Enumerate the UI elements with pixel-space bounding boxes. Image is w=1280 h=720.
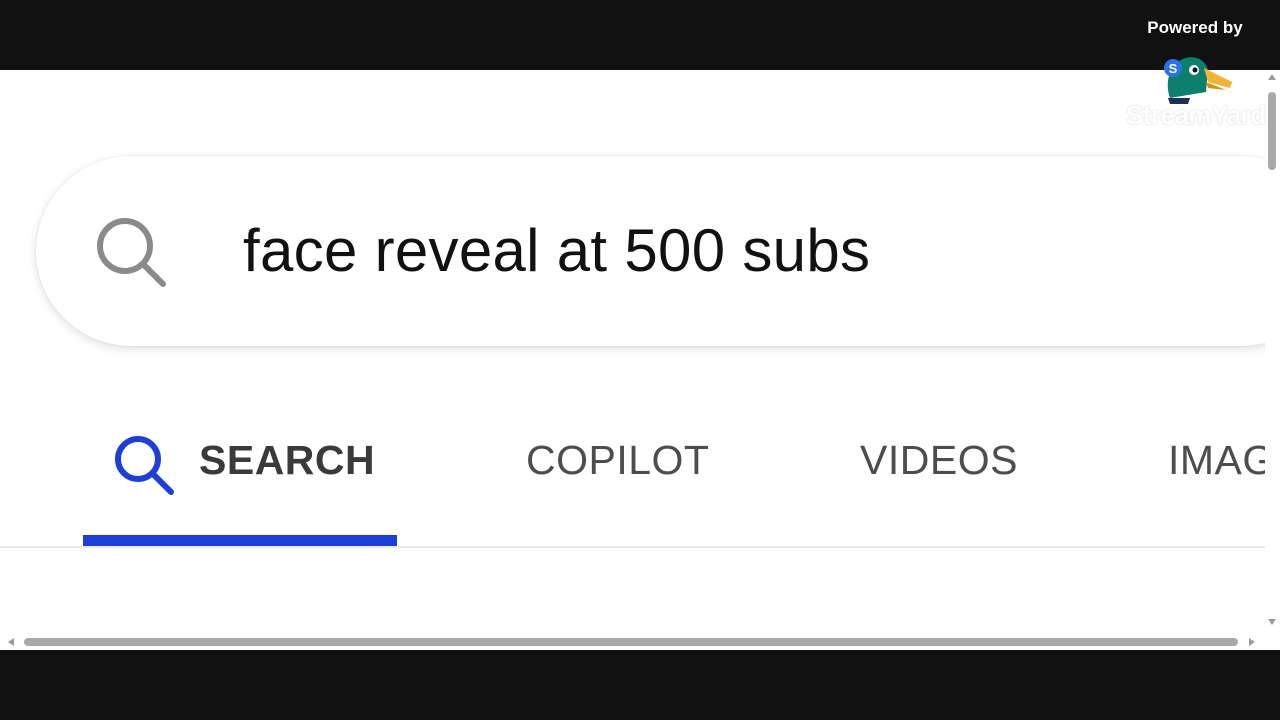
scroll-left-arrow-icon[interactable] bbox=[8, 638, 14, 646]
vertical-scrollbar[interactable] bbox=[1265, 70, 1280, 638]
letterbox-top bbox=[0, 0, 1280, 70]
search-box[interactable]: face reveal at 500 subs bbox=[36, 156, 1280, 346]
letterbox-bottom bbox=[0, 650, 1280, 720]
streamyard-watermark: Powered by S StreamYard bbox=[1120, 14, 1280, 134]
streamyard-brand-text: StreamYard bbox=[1126, 100, 1266, 130]
browser-viewport: face reveal at 500 subs SEARCH COPILOT V… bbox=[0, 70, 1280, 650]
horizontal-scroll-thumb[interactable] bbox=[24, 638, 1238, 646]
horizontal-scrollbar[interactable] bbox=[0, 634, 1265, 650]
scroll-down-arrow-icon[interactable] bbox=[1268, 619, 1276, 625]
search-tab-icon bbox=[115, 436, 174, 495]
streamyard-logo-letter: S bbox=[1169, 61, 1178, 76]
powered-by-text: Powered by bbox=[1147, 18, 1243, 37]
tab-search-label: SEARCH bbox=[199, 437, 376, 483]
tab-copilot[interactable]: COPILOT bbox=[526, 425, 709, 495]
active-tab-indicator bbox=[83, 535, 397, 546]
search-icon[interactable] bbox=[92, 214, 172, 294]
scroll-right-arrow-icon[interactable] bbox=[1249, 638, 1255, 646]
tabs-divider bbox=[0, 546, 1265, 548]
streamyard-duck-logo-icon: S bbox=[1164, 57, 1232, 104]
tab-images[interactable]: IMAG bbox=[1168, 425, 1275, 495]
tab-videos[interactable]: VIDEOS bbox=[860, 425, 1018, 495]
search-tabs: SEARCH COPILOT VIDEOS IMAG bbox=[0, 425, 1280, 550]
search-query-text[interactable]: face reveal at 500 subs bbox=[243, 211, 870, 291]
